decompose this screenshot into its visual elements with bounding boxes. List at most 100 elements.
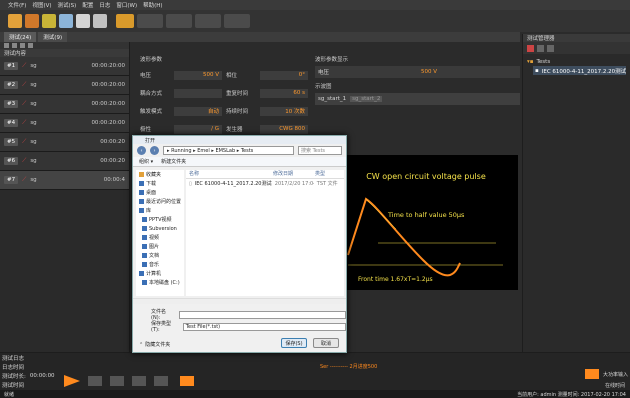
test-list-header: 测试内容 (0, 49, 129, 57)
test-row[interactable]: #1 ⟋ sg 00:00:20:00 (0, 57, 129, 76)
nav-item[interactable]: PPTV视频 (136, 215, 184, 224)
col-type[interactable]: 类型 (312, 170, 342, 178)
menu-file[interactable]: 文件(F) (8, 1, 26, 9)
filename-input[interactable] (179, 310, 346, 319)
param-value[interactable]: 0° (260, 70, 308, 80)
power-input-icon (585, 369, 599, 379)
wave-icon-4[interactable] (224, 14, 250, 28)
horizontal-scrollbar[interactable] (133, 298, 346, 304)
param-value[interactable]: 10 次数 (260, 106, 308, 116)
nav-item[interactable]: 库 (136, 206, 184, 215)
param-label: 持续时间 (226, 109, 249, 115)
tree-item[interactable]: ▪IEC 61000-4-11_2017.2.20测试报表测 (533, 66, 626, 75)
tab-test-9[interactable]: 测试(9) (38, 32, 68, 42)
bar-chart-icon[interactable] (116, 14, 134, 28)
nav-item[interactable]: 桌面 (136, 188, 184, 197)
test-row[interactable]: #4 ⟋ sg 00:00:20:00 (0, 114, 129, 133)
nav-item[interactable]: 收藏夹 (136, 170, 184, 179)
nav-item[interactable]: 本地磁盘 (C:) (136, 278, 184, 287)
pause-button[interactable] (88, 376, 102, 386)
nav-item[interactable]: 文档 (136, 251, 184, 260)
nav-item[interactable]: Subversion (136, 224, 184, 233)
test-index: #6 (4, 157, 19, 165)
organize-button[interactable]: 组织 ▾ (139, 158, 153, 165)
save-button[interactable]: 保存(S) (281, 338, 307, 348)
test-index: #3 (4, 100, 19, 108)
waveform-title: CW open circuit voltage pulse (366, 172, 486, 181)
music-icon (142, 262, 147, 267)
nav-item[interactable]: 最近访问的位置 (136, 197, 184, 206)
cancel-button[interactable]: 取消 (313, 338, 339, 348)
back-icon[interactable]: ‹ (137, 146, 146, 155)
test-row[interactable]: #2 ⟋ sg 00:00:20:00 (0, 76, 129, 95)
test-row[interactable]: #6 ⟋ sg 00:00:20 (0, 152, 129, 171)
wave-icon-3[interactable] (195, 14, 221, 28)
file-row[interactable]: ▯ IEC 61000-4-11_2017.2.20测试报表tst 2017/2… (186, 179, 344, 188)
test-row[interactable]: #5 ⟋ sg 00:00:20 (0, 133, 129, 152)
col-name[interactable]: 名称 (186, 170, 270, 178)
waveform-selector[interactable]: sg_start_1 sg_start_2 (315, 93, 520, 105)
param-value[interactable]: / G (174, 124, 222, 134)
test-name: sg (30, 139, 37, 145)
play-icon[interactable] (25, 14, 39, 28)
tree-root[interactable]: ▾▪ Tests (527, 57, 626, 66)
repeat-button[interactable] (154, 376, 168, 386)
filetype-row: 保存类型(T): Test File(*.tst) (151, 320, 346, 333)
menu-window[interactable]: 窗口(W) (116, 1, 137, 9)
menu-view[interactable]: 视图(V) (32, 1, 51, 9)
test-tree: ▾▪Tests ▪IEC 61000-4-11_2017.2.20测试报表测 (523, 54, 630, 78)
wave-icon-2[interactable] (166, 14, 192, 28)
param-label: 极性 (140, 127, 152, 133)
param-value[interactable] (174, 88, 222, 98)
nav-item[interactable]: 计算机 (136, 269, 184, 278)
nav-item[interactable]: 下载 (136, 179, 184, 188)
param-value[interactable]: CWG 800 (260, 124, 308, 134)
test-time: 00:00:4 (103, 177, 125, 183)
test-row[interactable]: #3 ⟋ sg 00:00:20:00 (0, 95, 129, 114)
manager-tool-icon[interactable] (527, 44, 534, 52)
test-row[interactable]: #7 ⟋ sg 00:00:4 (0, 171, 129, 190)
down-icon[interactable] (28, 43, 33, 48)
test-manager-toolbar (523, 42, 630, 54)
menu-help[interactable]: 帮助(H) (143, 1, 162, 9)
step-button[interactable] (132, 376, 146, 386)
voltage-value: 500 V (420, 69, 437, 75)
tab-test-24[interactable]: 测试(24) (4, 32, 37, 42)
search-input[interactable]: 搜索 Tests (298, 146, 342, 155)
voltage-display: 电压 500 V (315, 66, 520, 78)
param-value[interactable]: 60 s (260, 88, 308, 98)
nav-pane: 收藏夹 下载 桌面 最近访问的位置 库 PPTV视频 Subversion 视频… (136, 170, 184, 296)
new-folder-button[interactable]: 新建文件夹 (161, 158, 186, 165)
menu-test[interactable]: 测试(S) (58, 1, 77, 9)
manager-tool-icon[interactable] (537, 44, 544, 52)
flag-icon[interactable] (42, 14, 56, 28)
diamond-icon[interactable] (76, 14, 90, 28)
delete-icon[interactable] (12, 43, 17, 48)
lock-icon[interactable] (59, 14, 73, 28)
half-value-label: Time to half value 50μs (387, 211, 465, 219)
manager-tool-icon[interactable] (547, 44, 554, 52)
document-icon[interactable] (93, 14, 107, 28)
test-time: 00:00:20 (100, 139, 125, 145)
test-index: #5 (4, 138, 19, 146)
toolbar (0, 10, 630, 32)
path-input[interactable]: ▸ Running ▸ Emel ▸ EMSLab ▸ Tests (163, 146, 294, 155)
stop-button[interactable] (110, 376, 124, 386)
nav-item[interactable]: 视频 (136, 233, 184, 242)
nav-item[interactable]: 音乐 (136, 260, 184, 269)
param-value[interactable]: 自动 (174, 106, 222, 116)
reset-button[interactable] (180, 376, 194, 386)
forward-icon[interactable]: › (150, 146, 159, 155)
add-icon[interactable] (4, 43, 9, 48)
param-value[interactable]: 500 V (174, 70, 222, 80)
new-icon[interactable] (8, 14, 22, 28)
nav-item[interactable]: 图片 (136, 242, 184, 251)
up-icon[interactable] (20, 43, 25, 48)
menu-config[interactable]: 配置 (82, 1, 93, 9)
hide-folders-toggle[interactable]: ⌃ 隐藏文件夹 (139, 341, 170, 349)
tab-bar: 测试(24) 测试(9) (0, 32, 520, 42)
col-date[interactable]: 修改日期 (270, 170, 312, 178)
wave-icon-1[interactable] (137, 14, 163, 28)
filetype-select[interactable]: Test File(*.tst) (182, 322, 346, 331)
menu-log[interactable]: 日志 (99, 1, 110, 9)
